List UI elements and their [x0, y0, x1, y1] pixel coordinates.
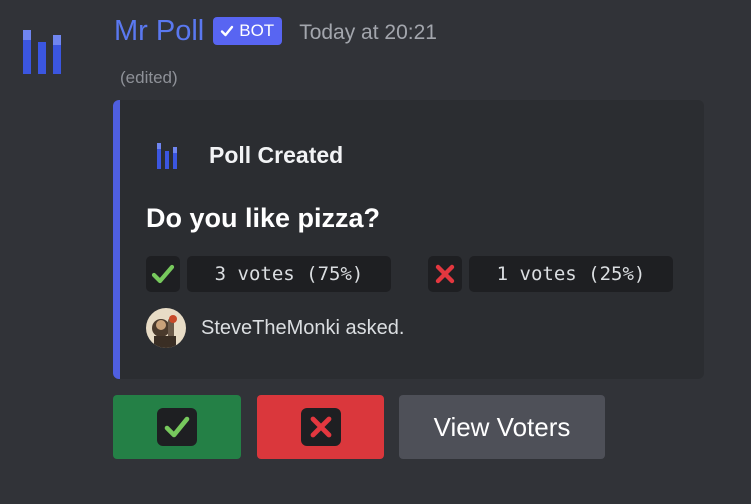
view-voters-label: View Voters: [433, 412, 571, 442]
embed-footer-text: SteveTheMonki asked.: [201, 317, 405, 339]
option-no-emoji: [428, 256, 462, 292]
embed-author-name: Poll Created: [209, 142, 344, 168]
vote-no-button[interactable]: [257, 395, 384, 459]
check-icon: [164, 416, 190, 438]
user-avatar-image: [146, 308, 186, 348]
option-yes-votes: 3 votes (75%): [187, 256, 391, 292]
message-timestamp: Today at 20:21: [299, 21, 437, 44]
vote-yes-button[interactable]: [113, 395, 241, 459]
view-voters-button[interactable]: View Voters: [399, 395, 605, 459]
option-yes-emoji: [146, 256, 180, 292]
bot-tag: BOT: [213, 17, 283, 45]
bot-tag-label: BOT: [239, 21, 275, 40]
footer-user-avatar: [146, 308, 186, 348]
vote-yes-emoji-frame: [157, 408, 197, 446]
verified-check-icon: [221, 25, 234, 36]
edited-marker: (edited): [120, 68, 178, 87]
embed-accent-bar: [113, 100, 120, 379]
green-check-icon: [151, 264, 175, 284]
bot-avatar[interactable]: [20, 26, 68, 78]
vote-no-emoji-frame: [300, 408, 341, 446]
author-username[interactable]: Mr Poll: [114, 12, 204, 50]
x-icon: [310, 416, 331, 438]
poll-bars-icon: [23, 30, 61, 74]
poll-bars-icon: [157, 143, 177, 169]
option-no-votes: 1 votes (25%): [469, 256, 673, 292]
message-header: Mr Poll BOT Today at 20:21: [114, 12, 437, 50]
red-x-icon: [435, 264, 455, 284]
poll-question: Do you like pizza?: [146, 203, 381, 233]
